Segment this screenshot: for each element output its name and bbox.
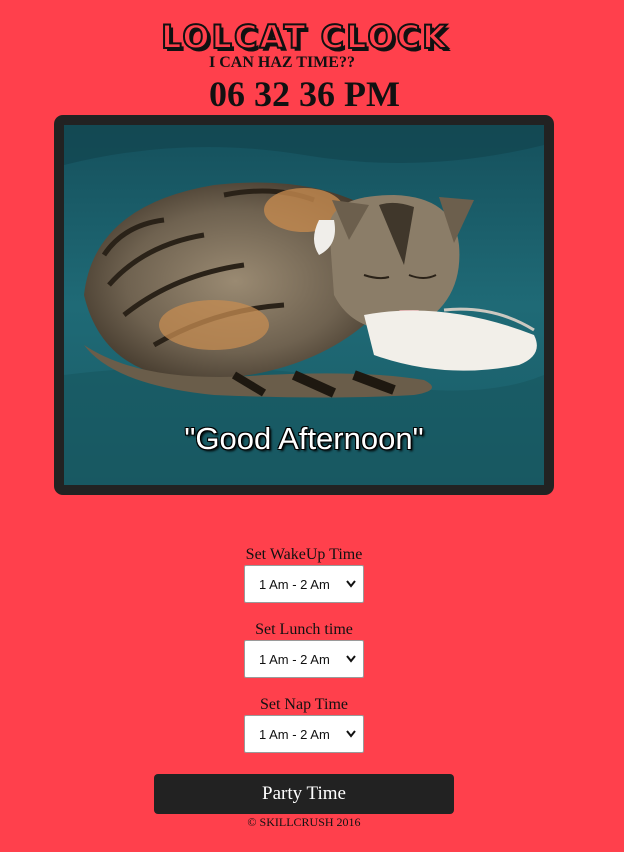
party-time-button[interactable]: Party Time: [154, 774, 454, 814]
wakeup-time-value: 1 Am - 2 Am: [259, 577, 330, 592]
lolcat-image-frame: "Good Afternoon": [54, 115, 554, 495]
footer-copyright: © SKILLCRUSH 2016: [247, 815, 361, 829]
lunch-time-select[interactable]: 1 Am - 2 Am: [244, 640, 364, 678]
lunch-time-label: Set Lunch time: [255, 621, 353, 638]
nap-time-label: Set Nap Time: [259, 696, 348, 713]
wakeup-time-select[interactable]: 1 Am - 2 Am: [244, 565, 364, 603]
chevron-down-icon: [346, 730, 356, 738]
nap-time-select[interactable]: 1 Am - 2 Am: [244, 715, 364, 753]
time-display: 06 32 36 PM: [209, 74, 400, 114]
app-title: LOLCAT CLOCK: [160, 17, 449, 57]
nap-time-value: 1 Am - 2 Am: [259, 727, 330, 742]
app-subtitle: I CAN HAZ TIME??: [209, 54, 355, 71]
lunch-time-value: 1 Am - 2 Am: [259, 652, 330, 667]
chevron-down-icon: [346, 580, 356, 588]
greeting-caption: "Good Afternoon": [184, 421, 424, 456]
lolcat-image: "Good Afternoon": [64, 125, 544, 485]
wakeup-time-label: Set WakeUp Time: [245, 546, 363, 563]
chevron-down-icon: [346, 655, 356, 663]
